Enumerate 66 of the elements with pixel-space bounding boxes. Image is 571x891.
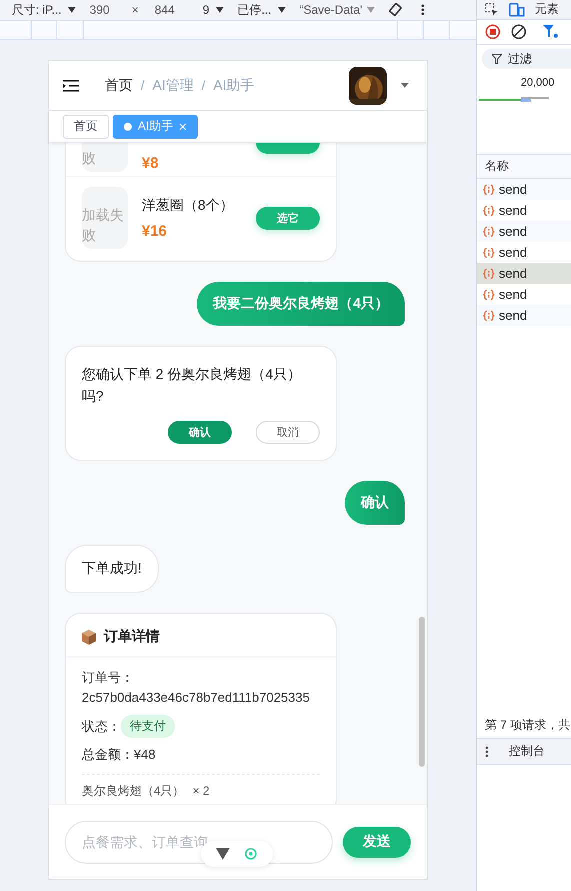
request-summary: 第 7 项请求，共 <box>485 717 570 734</box>
xhr-icon <box>483 226 495 238</box>
active-dot-icon <box>124 122 132 130</box>
zoom-dropdown[interactable]: 9 <box>202 3 210 17</box>
breadcrumb-item[interactable]: 首页 <box>105 76 133 94</box>
xhr-icon <box>483 246 495 258</box>
cancel-button[interactable]: 取消 <box>256 421 320 444</box>
width-field[interactable]: 390 <box>90 3 110 17</box>
bot-message: 下单成功! <box>65 545 159 593</box>
order-number-label: 订单号： <box>82 670 134 685</box>
xhr-icon <box>483 310 495 322</box>
record-icon[interactable] <box>485 24 501 40</box>
xhr-icon <box>483 204 495 216</box>
column-header[interactable]: 名称 <box>485 158 509 175</box>
throttle-dropdown[interactable]: 已停... <box>238 2 272 18</box>
caret-icon[interactable] <box>401 83 409 88</box>
user-message: 确认 <box>345 481 405 525</box>
rotate-icon[interactable] <box>388 3 403 17</box>
request-row[interactable]: send <box>477 221 571 242</box>
dimensions-dropdown[interactable]: 尺寸: iP... <box>12 2 62 18</box>
load-failed-text: 加载失败 <box>82 206 125 245</box>
filter-field[interactable]: 过滤 <box>482 49 571 69</box>
menu-icon[interactable] <box>63 80 79 92</box>
product-price: ¥16 <box>142 222 168 240</box>
more-icon[interactable] <box>485 746 489 758</box>
device-icon[interactable] <box>509 2 525 16</box>
status-tag: 待支付 <box>121 715 175 738</box>
product-name: 洋葱圈（8个） <box>142 196 235 214</box>
xhr-icon <box>483 268 495 280</box>
request-row[interactable]: send <box>477 263 571 284</box>
logo-icon <box>216 848 230 860</box>
product-price: ¥8 <box>142 155 160 172</box>
status-label: 状态： <box>82 718 121 736</box>
caret-icon <box>216 7 224 13</box>
more-icon[interactable] <box>420 4 425 16</box>
order-number: 2c57b0da433e46c78b7ed111b7025335 <box>82 690 310 705</box>
filter-icon[interactable] <box>543 25 559 39</box>
line-item-name: 奥尔良烤翅（4只） <box>82 783 185 800</box>
timeline-label: 20,000 <box>521 77 555 89</box>
page-tab[interactable]: 首页 <box>63 114 109 138</box>
save-data-dropdown[interactable]: “Save-Data' <box>300 3 363 17</box>
times-sign: × <box>132 3 139 17</box>
inspect-icon[interactable] <box>485 2 499 16</box>
caret-icon <box>68 7 76 13</box>
confirm-button[interactable]: 确认 <box>168 421 232 444</box>
xhr-icon <box>483 288 495 300</box>
caret-icon <box>278 7 286 13</box>
request-row[interactable]: send <box>477 179 571 200</box>
caret-icon <box>366 7 375 13</box>
height-field[interactable]: 844 <box>154 3 175 17</box>
breadcrumb-separator: / <box>202 78 206 93</box>
timeline-bars <box>479 97 549 103</box>
user-message: 我要二份奥尔良烤翅（4只） <box>197 282 405 326</box>
filter-icon <box>492 54 502 64</box>
scrollbar[interactable] <box>419 617 425 767</box>
request-row[interactable]: send <box>477 305 571 326</box>
order-total: 总金额：¥48 <box>82 746 157 764</box>
close-icon[interactable] <box>179 122 188 130</box>
line-item-quantity: × 2 <box>192 784 210 798</box>
xhr-icon <box>483 184 495 196</box>
load-failed-text: 败 <box>82 149 96 168</box>
breadcrumb-separator: / <box>141 78 145 93</box>
clear-icon[interactable] <box>511 24 527 40</box>
package-icon <box>82 630 96 644</box>
confirm-text: 您确认下单 2 份奥尔良烤翅（4只）吗? <box>81 365 302 406</box>
order-title: 订单详情 <box>104 628 160 646</box>
